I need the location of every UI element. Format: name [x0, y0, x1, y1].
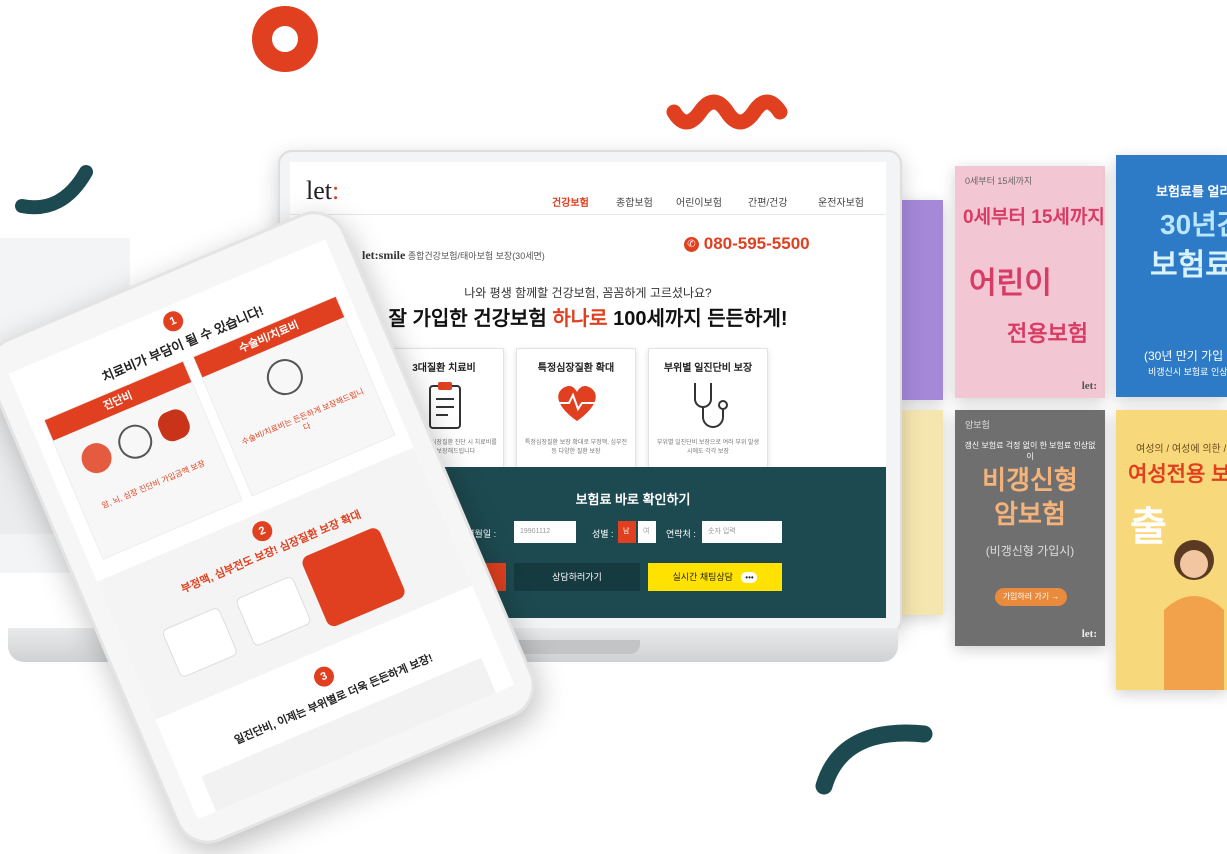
step-1-badge: 1	[160, 308, 187, 335]
chat-bubble-icon: •••	[741, 572, 758, 583]
birth-input[interactable]: 19901112	[514, 521, 576, 543]
poster-tag: 암보험	[965, 420, 990, 430]
poster-title-sub: 암보험	[994, 499, 1066, 529]
brand-logo-text: let	[306, 176, 332, 205]
nav-item-driver[interactable]: 운전자보험	[818, 194, 864, 209]
gender-male-button[interactable]: 남	[618, 521, 636, 543]
brand-logo-colon: :	[332, 176, 340, 205]
poster-title: 여성의 / 여성에 의한 / 여성을	[1136, 444, 1227, 455]
surgery-box-desc: 수술비/치료비는 든든하게 보장해드립니다	[240, 386, 366, 447]
sub-logo: let:smile	[362, 248, 406, 262]
headline-highlight: 하나로	[552, 308, 608, 330]
headline-post: 100세까지 든든하게!	[607, 308, 788, 330]
poster-join-button: 가입하러 가기 →	[995, 588, 1067, 606]
poster-subtitle: (30년 만기 가입	[1144, 349, 1224, 363]
poster-title-sub: 보험료 동결	[1150, 249, 1227, 282]
phone-icon: ✆	[684, 237, 699, 252]
poster-subtitle: (비갱신형 가입시)	[985, 544, 1075, 558]
benefit-card-desc: 특정심장질환 보장 확대로 부정맥, 심부전 등 다양한 질환 보장	[524, 440, 628, 455]
organ-icon	[76, 438, 117, 478]
step-3-number: 3	[318, 669, 330, 684]
poster-logo: let:	[1081, 628, 1097, 640]
flow-step-box-2	[234, 575, 313, 648]
decorative-wave	[666, 94, 788, 130]
step-2-number: 2	[257, 524, 268, 538]
poster-subtitle-2: 비갱신시 보험료 인상	[1148, 367, 1227, 377]
brain-icon	[112, 419, 158, 465]
poster-logo: let:	[1081, 380, 1097, 392]
poster-title-big: 비갱신형	[982, 465, 1078, 495]
stethoscope-icon	[694, 383, 728, 428]
phone-number[interactable]: ✆ 080-595-5500	[684, 234, 810, 254]
poster-purple-partial	[895, 200, 943, 400]
nav-item-comprehensive[interactable]: 종합보험	[616, 194, 653, 209]
sub-header-text: 종합건강보험/태아보험 보장(30세면)	[407, 251, 545, 261]
poster-women-insurance: 여성의 / 여성에 의한 / 여성을 여성전용 보 출	[1116, 410, 1227, 690]
live-chat-button[interactable]: 실시간 채팅상담 •••	[648, 563, 782, 591]
step-2-badge: 2	[249, 518, 276, 545]
poster-title-big: 여성전용 보	[1128, 463, 1227, 486]
woman-illustration	[1164, 540, 1224, 690]
clipboard-icon	[429, 382, 461, 429]
decorative-arc-left	[15, 165, 93, 215]
poster-title: 보험료를 얼리다	[1156, 184, 1227, 199]
heart-pulse-icon	[558, 385, 596, 421]
brand-logo[interactable]: let:	[306, 176, 339, 206]
gender-label: 성별 :	[592, 529, 614, 539]
contact-label: 연락처 :	[666, 529, 696, 539]
live-chat-label: 실시간 채팅상담	[672, 572, 733, 582]
contact-input[interactable]: 숫자 입력	[702, 521, 782, 543]
step-3-badge: 3	[310, 663, 338, 690]
poster-title: 0세부터 15세까지	[963, 207, 1105, 228]
benefit-card-body-part: 부위별 일진단비 보장 부위별 일진단비 보장으로 여러 부위 발생 시에도 각…	[648, 348, 768, 470]
top-navigation: let: 건강보험 종합보험 어린이보험 간편/건강 운전자보험	[290, 162, 886, 215]
decorative-arc-bottom	[815, 724, 933, 795]
benefit-card-heart: 특정심장질환 확대 특정심장질환 보장 확대로 부정맥, 심부전 등 다양한 질…	[516, 348, 636, 470]
phone-number-text: 080-595-5500	[703, 234, 810, 253]
poster-title-big: 30년간	[1160, 209, 1227, 240]
nav-item-simple[interactable]: 간편/건강	[748, 194, 788, 209]
poster-kids-insurance: 0세부터 15세까지 0세부터 15세까지 어린이 전용보험 let:	[955, 166, 1105, 398]
flow-step-box-highlight	[300, 525, 408, 629]
nav-item-health[interactable]: 건강보험	[552, 194, 589, 209]
benefit-card-title: 부위별 일진단비 보장	[663, 363, 753, 374]
headline-pre: 잘 가입한 건강보험	[388, 308, 553, 330]
step-1-number: 1	[168, 314, 179, 329]
poster-title-sub: 전용보험	[1007, 321, 1088, 346]
consult-button[interactable]: 상담하러가기	[514, 563, 640, 591]
poster-tag: 0세부터 15세까지	[965, 176, 1033, 186]
gender-female-button[interactable]: 여	[638, 521, 656, 543]
poster-title: 갱신 보험료 걱정 없이 한 보험료 인상없이	[964, 441, 1096, 461]
nav-item-kids[interactable]: 어린이보험	[676, 194, 722, 209]
stomach-icon	[261, 353, 309, 401]
poster-premium-freeze: 보험료를 얼리다 30년간 보험료 동결 (30년 만기 가입 비갱신시 보험료…	[1116, 155, 1227, 397]
poster-yellow-partial	[895, 410, 943, 615]
heart-icon	[154, 405, 194, 445]
poster-cancer-insurance: 암보험 갱신 보험료 걱정 없이 한 보험료 인상없이 비갱신형 암보험 (비갱…	[955, 410, 1105, 646]
benefit-card-desc: 부위별 일진단비 보장으로 여러 부위 발생 시에도 각각 보장	[656, 440, 760, 455]
benefit-card-title: 특정심장질환 확대	[537, 363, 615, 374]
decorative-ring	[252, 6, 318, 72]
poster-title-big: 어린이	[969, 267, 1052, 300]
intro-question: 나와 평생 함께할 건강보험, 꼼꼼하게 고르셨나요?	[464, 286, 712, 300]
flow-step-box-1	[161, 606, 239, 679]
sub-header: let:smile 종합건강보험/태아보험 보장(30세면)	[362, 248, 545, 263]
